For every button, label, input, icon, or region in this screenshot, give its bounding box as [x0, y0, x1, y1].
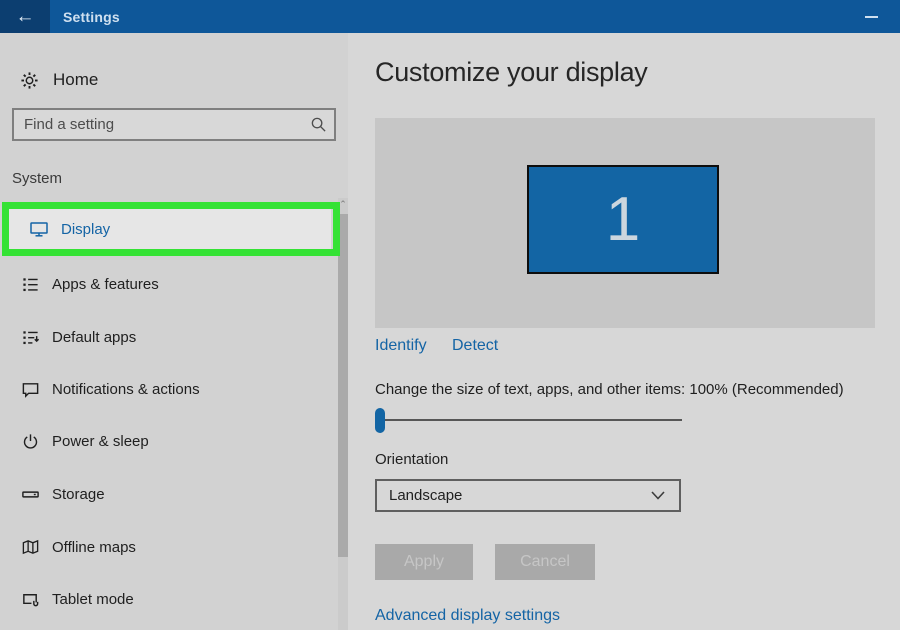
sidebar-item-label: Tablet mode	[52, 590, 134, 608]
sidebar-item-label: Notifications & actions	[52, 380, 200, 398]
cancel-button[interactable]: Cancel	[495, 544, 595, 580]
scrollbar-up-icon[interactable]: ⌃	[339, 200, 347, 209]
display-icon	[29, 219, 49, 239]
sidebar-item-storage[interactable]: Storage	[0, 474, 334, 514]
search-icon[interactable]	[302, 116, 334, 133]
minimize-button[interactable]	[856, 0, 886, 33]
search-input[interactable]	[14, 116, 302, 133]
advanced-display-settings-link[interactable]: Advanced display settings	[375, 607, 560, 625]
sidebar-item-label: Apps & features	[52, 275, 159, 293]
monitor-1[interactable]: 1	[527, 165, 719, 274]
sidebar-item-label: Home	[53, 70, 99, 89]
sidebar-item-offline-maps[interactable]: Offline maps	[0, 527, 334, 567]
sidebar: Home System Display	[0, 33, 348, 630]
page-title: Customize your display	[375, 57, 648, 87]
offline-maps-icon	[20, 538, 40, 557]
detect-link[interactable]: Detect	[452, 337, 498, 355]
tablet-mode-icon	[20, 590, 40, 609]
default-apps-icon	[20, 328, 40, 347]
scaling-slider[interactable]	[375, 406, 682, 434]
scrollbar-thumb[interactable]	[338, 214, 348, 557]
sidebar-item-apps-features[interactable]: Apps & features	[0, 264, 334, 304]
storage-icon	[20, 485, 40, 504]
display-preview-panel: 1	[375, 118, 875, 328]
sidebar-scrollbar[interactable]: ⌃	[338, 198, 348, 630]
sidebar-item-label: Power & sleep	[52, 432, 149, 450]
monitor-number: 1	[605, 184, 641, 254]
orientation-dropdown[interactable]: Landscape	[375, 479, 681, 512]
window-title: Settings	[63, 8, 120, 25]
identify-link[interactable]: Identify	[375, 337, 427, 355]
section-label-system: System	[12, 170, 63, 187]
sidebar-item-tablet-mode[interactable]: Tablet mode	[0, 579, 334, 619]
sidebar-item-default-apps[interactable]: Default apps	[0, 317, 334, 357]
back-button[interactable]: ←	[0, 0, 50, 33]
slider-thumb[interactable]	[375, 408, 385, 433]
scaling-label: Change the size of text, apps, and other…	[375, 381, 844, 398]
settings-window: ← Settings Home Find a setting System Di…	[0, 0, 900, 630]
notifications-icon	[20, 380, 40, 399]
orientation-selected-value: Landscape	[389, 487, 463, 504]
titlebar: ← Settings	[0, 0, 900, 33]
sidebar-item-label: Default apps	[52, 328, 137, 346]
orientation-label: Orientation	[375, 451, 449, 468]
minimize-icon	[864, 15, 878, 18]
gear-icon	[20, 71, 39, 90]
sidebar-item-label: Display	[61, 220, 111, 238]
back-arrow-icon: ←	[15, 5, 35, 27]
slider-track[interactable]	[377, 419, 682, 421]
sidebar-item-label: Storage	[52, 485, 105, 503]
sidebar-item-home[interactable]: Home	[0, 60, 330, 100]
apps-features-icon	[20, 275, 40, 294]
sidebar-item-notifications[interactable]: Notifications & actions	[0, 369, 334, 409]
main-content: Customize your display 1 Identify Detect…	[348, 33, 900, 630]
apply-button[interactable]: Apply	[375, 544, 473, 580]
sidebar-item-label: Offline maps	[52, 538, 136, 556]
search-box	[12, 108, 336, 141]
chevron-down-icon	[651, 491, 665, 500]
power-icon	[20, 432, 40, 451]
sidebar-item-power-sleep[interactable]: Power & sleep	[0, 421, 334, 461]
sidebar-item-display[interactable]: Display	[9, 209, 331, 249]
